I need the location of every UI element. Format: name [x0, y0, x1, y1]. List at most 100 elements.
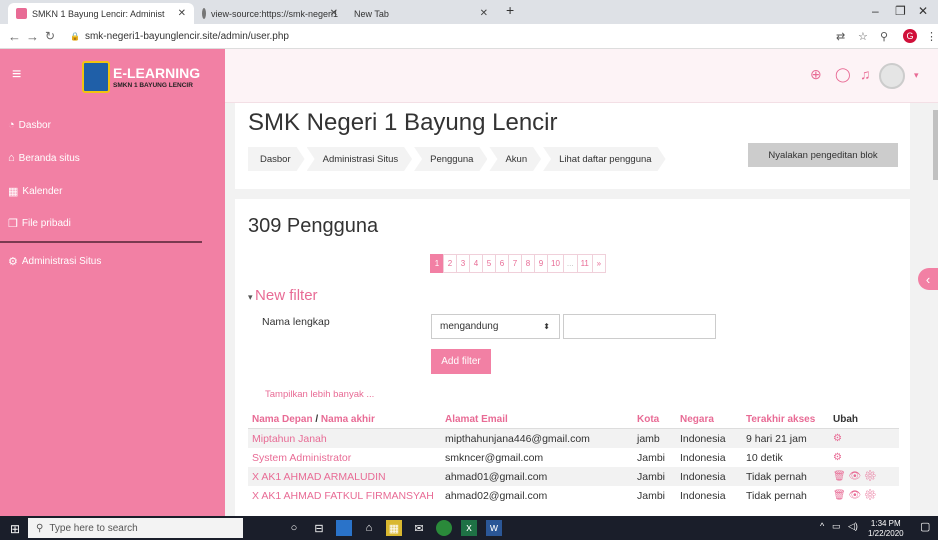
taskbar-clock[interactable]: 1:34 PM 1/22/2020 [868, 519, 904, 539]
translate-icon[interactable]: ⇄ [836, 30, 845, 43]
column-header-last-access[interactable]: Terakhir akses [746, 414, 815, 425]
minimize-icon[interactable]: – [872, 4, 879, 18]
app-root: SMKN 1 Bayung Lencir: Administ ✕ view-so… [0, 0, 938, 540]
user-name-link[interactable]: Miptahun Janah [252, 433, 327, 445]
close-window-icon[interactable]: ✕ [918, 4, 928, 18]
close-tab-icon[interactable]: ✕ [178, 8, 186, 19]
page-link[interactable]: 9 [534, 254, 548, 273]
users-table: Nama Depan / Nama akhir Alamat Email Kot… [248, 410, 899, 505]
profile-avatar[interactable]: G [903, 29, 917, 43]
user-name-link[interactable]: System Administrator [252, 452, 351, 464]
page-link[interactable]: 10 [547, 254, 564, 273]
volume-icon[interactable]: ◁) [848, 521, 858, 532]
maximize-icon[interactable]: ❐ [895, 4, 906, 18]
edit-blocks-button[interactable]: Nyalakan pengeditan blok [748, 143, 898, 167]
browser-tab-active[interactable]: SMKN 1 Bayung Lencir: Administ ✕ [8, 3, 194, 24]
bookmark-star-icon[interactable]: ☆ [858, 30, 868, 43]
page-link[interactable]: 11 [576, 254, 593, 273]
sidebar-item-site-home[interactable]: ⌂ Beranda situs [8, 152, 80, 164]
sidebar-item-label: Administrasi Situs [21, 256, 102, 267]
school-logo[interactable] [82, 61, 110, 93]
page-link[interactable]: 7 [508, 254, 522, 273]
brand-title[interactable]: E-LEARNING [113, 65, 200, 81]
globe-icon [202, 8, 206, 19]
mail-icon[interactable]: ✉ [411, 520, 427, 536]
app-tiles-icon[interactable]: ▦ [386, 520, 402, 536]
back-icon[interactable]: ← [8, 29, 21, 44]
collapse-caret-icon: ▾ [248, 292, 256, 302]
new-filter-toggle[interactable]: ▾ New filter [248, 287, 318, 304]
column-header-name: Nama Depan / Nama akhir [252, 414, 375, 425]
breadcrumb-item[interactable]: Dasbor [248, 147, 305, 171]
close-tab-icon[interactable]: ✕ [330, 8, 338, 19]
chrome-icon[interactable] [436, 520, 452, 536]
sidebar-item-calendar[interactable]: ▦ Kalender [8, 185, 62, 198]
page-link[interactable]: 2 [443, 254, 457, 273]
user-name-link[interactable]: X AK1 AHMAD FATKUL FIRMANSYAH [252, 490, 434, 502]
notifications-icon[interactable]: ▢ [920, 520, 930, 533]
edit-gear-icon[interactable]: ⚙ [833, 433, 842, 444]
page-link[interactable]: 4 [469, 254, 483, 273]
tab-title: New Tab [354, 8, 389, 19]
column-header-country[interactable]: Negara [680, 414, 714, 425]
row-actions-delete-view-edit-icons[interactable]: 🗑 👁 ⚙ [833, 471, 877, 482]
user-menu-caret-icon[interactable]: ▾ [914, 70, 919, 81]
sidebar-item-dashboard[interactable]: ◔ Dasbor [8, 119, 51, 131]
table-header-row: Nama Depan / Nama akhir Alamat Email Kot… [248, 410, 899, 429]
page-link[interactable]: 8 [521, 254, 535, 273]
store-icon[interactable]: ⌂ [361, 520, 377, 536]
open-drawer-chevron-icon[interactable]: ‹ [918, 268, 938, 290]
filter-value-input[interactable] [563, 314, 716, 339]
menu-dots-icon[interactable]: ⋮ [926, 30, 937, 43]
language-globe-icon[interactable]: ⊕ [810, 66, 822, 83]
page-link[interactable]: 5 [482, 254, 496, 273]
page-link[interactable]: 1 [430, 254, 444, 273]
user-name-link[interactable]: X AK1 AHMAD ARMALUDIN [252, 471, 386, 483]
browser-tab[interactable]: view-source:https://smk-negeri1 ✕ [194, 3, 346, 24]
user-country: Indonesia [680, 451, 726, 464]
page-scrollbar[interactable] [933, 110, 938, 180]
forward-icon[interactable]: → [26, 29, 39, 44]
browser-tab[interactable]: New Tab ✕ [346, 3, 496, 24]
breadcrumb-item[interactable]: Lihat daftar pengguna [543, 147, 665, 171]
new-tab-icon[interactable]: + [506, 2, 514, 18]
column-header-email[interactable]: Alamat Email [445, 414, 508, 425]
sort-lastname-link[interactable]: Nama akhir [321, 414, 375, 425]
sidebar-item-label: File pribadi [21, 218, 71, 229]
reload-icon[interactable]: ↻ [45, 29, 55, 43]
excel-icon[interactable]: x [461, 520, 477, 536]
next-page-link[interactable]: » [591, 254, 606, 273]
file-explorer-icon[interactable] [336, 520, 352, 536]
sidebar-item-private-files[interactable]: ❐ File pribadi [8, 217, 71, 230]
notifications-bell-icon[interactable]: ♫ [860, 66, 871, 82]
breadcrumb-item[interactable]: Administrasi Situs [307, 147, 413, 171]
windows-start-icon[interactable]: ⊞ [10, 522, 20, 536]
taskbar-search-input[interactable]: ⚲ Type here to search [28, 518, 243, 538]
close-tab-icon[interactable]: ✕ [480, 8, 488, 19]
breadcrumb-item[interactable]: Akun [489, 147, 541, 171]
show-more-link[interactable]: Tampilkan lebih banyak ... [265, 389, 374, 400]
user-avatar[interactable] [879, 63, 905, 89]
sort-firstname-link[interactable]: Nama Depan [252, 414, 313, 425]
user-last-access: 10 detik [746, 451, 783, 464]
sidebar-item-site-admin[interactable]: ⚙ Administrasi Situs [8, 255, 101, 268]
page-link[interactable]: 6 [495, 254, 509, 273]
add-filter-button[interactable]: Add filter [431, 349, 491, 374]
lock-icon: 🔒 [70, 32, 80, 41]
extension-icon[interactable]: ⚲ [880, 30, 888, 43]
user-country: Indonesia [680, 489, 726, 502]
page-link[interactable]: 3 [456, 254, 470, 273]
task-view-icon[interactable]: ⊟ [311, 520, 327, 536]
cortana-icon[interactable]: ○ [286, 520, 302, 536]
breadcrumb-item[interactable]: Pengguna [414, 147, 487, 171]
word-icon[interactable]: w [486, 520, 502, 536]
url-input[interactable]: 🔒 smk-negeri1-bayunglencir.site/admin/us… [66, 27, 781, 46]
network-icon[interactable]: ▭ [832, 521, 841, 532]
column-header-city[interactable]: Kota [637, 414, 659, 425]
row-actions-delete-view-edit-icons[interactable]: 🗑 👁 ⚙ [833, 490, 877, 501]
edit-gear-icon[interactable]: ⚙ [833, 452, 842, 463]
hamburger-menu-icon[interactable]: ≡ [12, 66, 21, 84]
messages-icon[interactable]: ◯ [835, 66, 851, 83]
filter-operator-select[interactable]: mengandung ⬍ [431, 314, 560, 339]
tray-arrow-icon[interactable]: ^ [820, 521, 824, 531]
